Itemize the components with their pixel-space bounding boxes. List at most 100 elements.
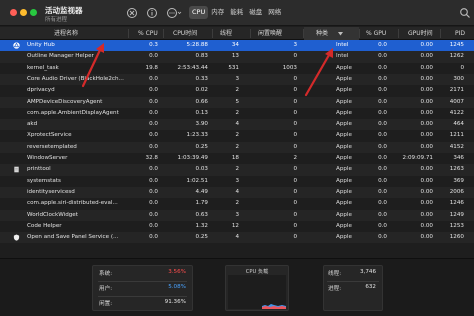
table-row[interactable]: Code Helper 0.0 1.32 12 0 Apple 0.0 0.00 1253 [0, 220, 474, 233]
table-row[interactable]: dprivacyd 0.0 0.02 2 0 Apple 0.0 0.00 2171 [0, 85, 474, 97]
cell-gpu-time: 0.00 [420, 109, 433, 116]
tab-memory[interactable]: 内存 [208, 6, 227, 19]
column-divider[interactable] [212, 29, 213, 38]
cell-cpu-percent: 0.0 [149, 143, 158, 150]
cell-idle-wakeups: 0 [293, 166, 297, 173]
column-header-idle-wakeups[interactable]: 闲置唤醒 [258, 27, 282, 40]
cell-idle-wakeups: 0 [293, 109, 297, 116]
column-header-cpu-time[interactable]: CPU时间 [173, 27, 197, 40]
cell-process-id: 1260 [449, 234, 464, 241]
cell-gpu-percent: 0.0 [378, 234, 387, 241]
cell-process-id: 4152 [449, 143, 464, 150]
table-row[interactable]: WorldClockWidget 0.0 0.63 3 0 Apple 0.0 0.00 124… [0, 209, 474, 221]
tab-energy[interactable]: 能耗 [227, 6, 246, 19]
table-row[interactable]: kernel_task 19.8 2:53:43.44 531 1003 Apple 0.0… [0, 62, 474, 74]
column-divider[interactable] [398, 29, 399, 38]
tab-disk[interactable]: 磁盘 [246, 6, 265, 19]
table-row[interactable]: com.apple.AmbientDisplayAgent 0.0 0.13 2 0 Ap… [0, 107, 474, 120]
table-row[interactable] [0, 243, 474, 255]
column-header-kind[interactable]: 种类 [304, 27, 359, 40]
cell-process-name: reversetemplated [27, 143, 77, 150]
cell-cpu-percent: 0.0 [149, 177, 158, 184]
cell-idle-wakeups: 0 [293, 121, 297, 128]
table-row[interactable]: AMPDeviceDiscoveryAgent 0.0 0.66 5 0 Apple 0.0… [0, 96, 474, 108]
cell-process-kind: Apple [336, 166, 352, 173]
cell-cpu-time: 0.25 [195, 143, 208, 150]
cell-gpu-percent: 0.0 [378, 188, 387, 195]
column-divider[interactable] [440, 29, 441, 38]
cell-gpu-time: 2:09:09.71 [402, 155, 433, 161]
column-divider[interactable] [128, 29, 129, 38]
cell-process-name: Unity Hub [27, 42, 55, 48]
cell-cpu-time [166, 243, 208, 254]
cell-idle-wakeups: 0 [293, 98, 297, 105]
cell-process-name: com.apple.siri-distributed-eval... [27, 200, 118, 207]
table-row[interactable]: reversetemplated 0.0 0.25 2 0 Apple 0.0 0.00 415… [0, 141, 474, 153]
info-icon[interactable] [145, 6, 159, 20]
table-row[interactable]: akd 0.0 3.90 4 0 Apple 0.0 0.00 464 [0, 119, 474, 131]
table-row[interactable]: identityservicesd 0.0 4.49 4 0 Apple 0.0 0.00 20… [0, 186, 474, 199]
cell-gpu-time: 0.00 [420, 234, 433, 241]
column-header-threads[interactable]: 线程 [220, 27, 232, 40]
cell-process-name: Open and Save Panel Service (... [27, 234, 119, 241]
tab-network[interactable]: 网络 [265, 6, 284, 19]
table-row[interactable]: XprotectService 0.0 1:23.33 2 0 Apple 0.0 0.00 1… [0, 130, 474, 142]
cell-process-id: 1262 [449, 53, 464, 60]
cell-thread-count: 34 [231, 42, 239, 48]
cell-process-name: com.apple.AmbientDisplayAgent [27, 109, 119, 116]
search-icon[interactable] [458, 6, 472, 20]
system-label: 系统: [99, 271, 113, 277]
cell-idle-wakeups: 0 [293, 188, 297, 195]
divider [98, 281, 187, 282]
close-process-icon[interactable] [125, 6, 139, 20]
column-header-process-name[interactable]: 进程名称 [54, 27, 78, 40]
cell-process-name: WindowServer [27, 155, 68, 161]
cell-thread-count: 13 [231, 53, 239, 60]
cell-thread-count: 18 [231, 155, 239, 161]
thread-process-counts: 线程: 3,746 进程: 632 [323, 265, 383, 311]
column-divider[interactable] [250, 29, 251, 38]
cell-thread-count: 3 [235, 75, 239, 82]
cell-process-id: 2171 [449, 87, 464, 94]
cell-process-name: AMPDeviceDiscoveryAgent [27, 98, 103, 105]
tab-cpu[interactable]: CPU [189, 6, 209, 19]
cell-process-kind: Apple [336, 211, 352, 218]
tab-bar: CPU 内存 能耗 磁盘 网络 [189, 6, 284, 19]
zoom-window-button[interactable] [30, 9, 37, 16]
user-value: 5.08% [168, 284, 186, 290]
cell-process-kind: Intel [336, 53, 349, 60]
cell-thread-count: 4 [235, 234, 239, 241]
idle-label: 闲置: [99, 301, 113, 307]
cell-cpu-percent: 0.0 [149, 132, 158, 139]
table-row[interactable]: Core Audio Driver (BlackHole2ch... 0.0 0.3… [0, 73, 474, 86]
table-row[interactable]: com.apple.siri-distributed-eval... 0.0 1.7… [0, 198, 474, 210]
close-window-button[interactable] [10, 9, 17, 16]
cell-process-name: akd [27, 121, 38, 128]
column-divider[interactable] [359, 29, 360, 38]
user-label: 用户: [99, 286, 113, 292]
cell-cpu-time: 0.13 [195, 109, 208, 116]
cell-thread-count: 3 [235, 177, 239, 184]
cell-gpu-time: 0.00 [420, 42, 433, 48]
table-row[interactable]: Unity Hub 0.3 5:28.88 34 3 Intel 0.0 0.00 1245 [0, 40, 474, 52]
table-row[interactable]: Outline Manager Helper 0.0 0.83 13 0 Intel 0.0… [0, 51, 474, 63]
cell-process-id: 369 [453, 177, 464, 184]
column-header-gpu-time[interactable]: GPU时间 [408, 27, 433, 40]
minimize-window-button[interactable] [20, 9, 27, 16]
more-options-icon[interactable] [165, 6, 183, 20]
divider [327, 281, 379, 282]
column-divider[interactable] [163, 29, 164, 38]
column-header-gpu[interactable]: % GPU [366, 27, 386, 40]
cell-gpu-time [395, 243, 433, 254]
table-row[interactable]: systemstats 0.0 1:02.51 3 0 Apple 0.0 0.00 369 [0, 175, 474, 187]
cell-thread-count: 2 [235, 109, 239, 116]
cell-cpu-time: 5:28.88 [186, 42, 208, 48]
unity-icon [13, 42, 20, 49]
column-header-cpu[interactable]: % CPU [138, 27, 158, 40]
table-row[interactable]: WindowServer 32.8 1:03:39.49 18 2 Apple 0.0 2:0… [0, 153, 474, 165]
cell-gpu-time: 0.00 [420, 121, 433, 128]
table-row[interactable]: printtool 0.0 0.03 2 0 Apple 0.0 0.00 1263 [0, 164, 474, 176]
table-row[interactable]: Open and Save Panel Service (... 0.0 0.25 4… [0, 232, 474, 244]
cell-process-name: printtool [27, 166, 51, 173]
column-header-pid[interactable]: PID [455, 27, 465, 40]
